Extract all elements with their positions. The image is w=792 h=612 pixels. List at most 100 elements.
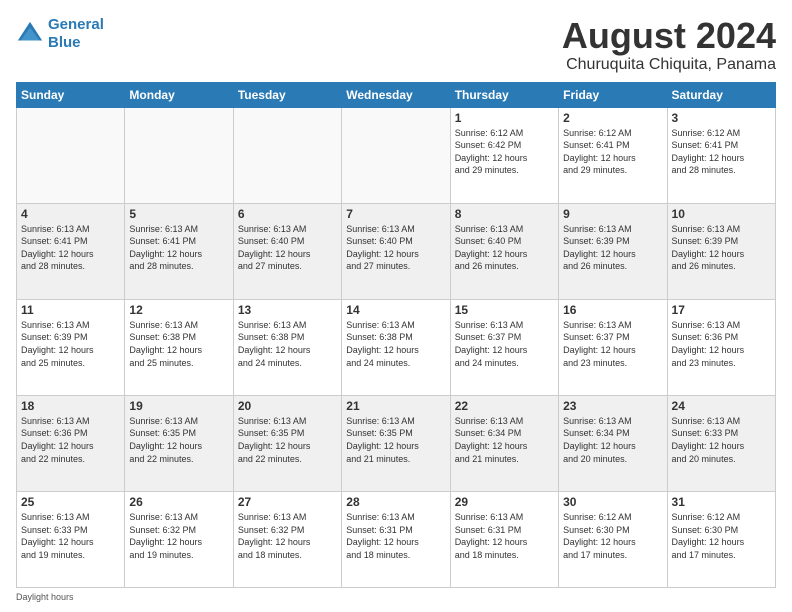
calendar-cell: 23 Sunrise: 6:13 AM Sunset: 6:34 PM Dayli… xyxy=(559,395,667,491)
calendar-cell: 12Sunrise: 6:13 AM Sunset: 6:38 PM Dayli… xyxy=(125,299,233,395)
calendar-cell: 29Sunrise: 6:13 AM Sunset: 6:31 PM Dayli… xyxy=(450,491,558,587)
day-number: 21 xyxy=(346,399,445,413)
day-info: Sunrise: 6:13 AM Sunset: 6:37 PM Dayligh… xyxy=(455,319,554,369)
day-info: Sunrise: 6:13 AM Sunset: 6:40 PM Dayligh… xyxy=(346,223,445,273)
calendar-cell xyxy=(233,107,341,203)
day-info: Sunrise: 6:13 AM Sunset: 6:35 PM Dayligh… xyxy=(238,415,337,465)
day-info: Sunrise: 6:13 AM Sunset: 6:31 PM Dayligh… xyxy=(455,511,554,561)
calendar-cell: 4 Sunrise: 6:13 AM Sunset: 6:41 PM Daylig… xyxy=(17,203,125,299)
day-number: 3 xyxy=(672,111,771,125)
day-info: Sunrise: 6:12 AM Sunset: 6:30 PM Dayligh… xyxy=(672,511,771,561)
calendar-week-2: 4 Sunrise: 6:13 AM Sunset: 6:41 PM Daylig… xyxy=(17,203,776,299)
calendar-cell: 15 Sunrise: 6:13 AM Sunset: 6:37 PM Dayli… xyxy=(450,299,558,395)
day-info: Sunrise: 6:13 AM Sunset: 6:41 PM Dayligh… xyxy=(21,223,120,273)
calendar-cell: 9 Sunrise: 6:13 AM Sunset: 6:39 PM Daylig… xyxy=(559,203,667,299)
day-number: 25 xyxy=(21,495,120,509)
day-info: Sunrise: 6:13 AM Sunset: 6:33 PM Dayligh… xyxy=(21,511,120,561)
day-number: 4 xyxy=(21,207,120,221)
day-info: Sunrise: 6:13 AM Sunset: 6:34 PM Dayligh… xyxy=(455,415,554,465)
col-friday: Friday xyxy=(559,82,667,107)
day-number: 15 xyxy=(455,303,554,317)
calendar-cell: 14Sunrise: 6:13 AM Sunset: 6:38 PM Dayli… xyxy=(342,299,450,395)
logo-text: General Blue xyxy=(48,16,104,52)
logo-line1: General xyxy=(48,16,104,33)
day-info: Sunrise: 6:13 AM Sunset: 6:35 PM Dayligh… xyxy=(346,415,445,465)
day-number: 28 xyxy=(346,495,445,509)
calendar-cell xyxy=(17,107,125,203)
day-number: 8 xyxy=(455,207,554,221)
page: General Blue August 2024 Churuquita Chiq… xyxy=(0,0,792,612)
calendar-cell: 17Sunrise: 6:13 AM Sunset: 6:36 PM Dayli… xyxy=(667,299,775,395)
calendar-cell: 13 Sunrise: 6:13 AM Sunset: 6:38 PM Dayli… xyxy=(233,299,341,395)
day-number: 26 xyxy=(129,495,228,509)
day-info: Sunrise: 6:13 AM Sunset: 6:35 PM Dayligh… xyxy=(129,415,228,465)
day-info: Sunrise: 6:13 AM Sunset: 6:40 PM Dayligh… xyxy=(238,223,337,273)
calendar-cell xyxy=(125,107,233,203)
calendar-cell: 20 Sunrise: 6:13 AM Sunset: 6:35 PM Dayli… xyxy=(233,395,341,491)
calendar-cell: 8Sunrise: 6:13 AM Sunset: 6:40 PM Daylig… xyxy=(450,203,558,299)
logo: General Blue xyxy=(16,16,104,52)
calendar-cell: 16 Sunrise: 6:13 AM Sunset: 6:37 PM Dayli… xyxy=(559,299,667,395)
calendar-week-3: 11Sunrise: 6:13 AM Sunset: 6:39 PM Dayli… xyxy=(17,299,776,395)
calendar-cell: 19 Sunrise: 6:13 AM Sunset: 6:35 PM Dayli… xyxy=(125,395,233,491)
day-info: Sunrise: 6:13 AM Sunset: 6:31 PM Dayligh… xyxy=(346,511,445,561)
subtitle: Churuquita Chiquita, Panama xyxy=(562,56,776,74)
day-number: 23 xyxy=(563,399,662,413)
calendar-cell: 31Sunrise: 6:12 AM Sunset: 6:30 PM Dayli… xyxy=(667,491,775,587)
col-monday: Monday xyxy=(125,82,233,107)
calendar-cell: 30 Sunrise: 6:12 AM Sunset: 6:30 PM Dayli… xyxy=(559,491,667,587)
day-number: 27 xyxy=(238,495,337,509)
day-info: Sunrise: 6:13 AM Sunset: 6:32 PM Dayligh… xyxy=(238,511,337,561)
day-number: 9 xyxy=(563,207,662,221)
day-number: 18 xyxy=(21,399,120,413)
calendar-cell: 6 Sunrise: 6:13 AM Sunset: 6:40 PM Daylig… xyxy=(233,203,341,299)
day-info: Sunrise: 6:13 AM Sunset: 6:41 PM Dayligh… xyxy=(129,223,228,273)
col-thursday: Thursday xyxy=(450,82,558,107)
calendar-cell: 7 Sunrise: 6:13 AM Sunset: 6:40 PM Daylig… xyxy=(342,203,450,299)
col-saturday: Saturday xyxy=(667,82,775,107)
calendar-cell: 28 Sunrise: 6:13 AM Sunset: 6:31 PM Dayli… xyxy=(342,491,450,587)
footer: Daylight hours xyxy=(16,592,776,602)
calendar-header-row: Sunday Monday Tuesday Wednesday Thursday… xyxy=(17,82,776,107)
calendar-week-4: 18Sunrise: 6:13 AM Sunset: 6:36 PM Dayli… xyxy=(17,395,776,491)
day-number: 11 xyxy=(21,303,120,317)
day-number: 22 xyxy=(455,399,554,413)
calendar-cell xyxy=(342,107,450,203)
day-info: Sunrise: 6:13 AM Sunset: 6:39 PM Dayligh… xyxy=(563,223,662,273)
logo-line2: Blue xyxy=(48,34,81,51)
calendar-cell: 22 Sunrise: 6:13 AM Sunset: 6:34 PM Dayli… xyxy=(450,395,558,491)
day-number: 24 xyxy=(672,399,771,413)
day-info: Sunrise: 6:13 AM Sunset: 6:38 PM Dayligh… xyxy=(238,319,337,369)
day-number: 14 xyxy=(346,303,445,317)
day-number: 13 xyxy=(238,303,337,317)
calendar-cell: 21 Sunrise: 6:13 AM Sunset: 6:35 PM Dayli… xyxy=(342,395,450,491)
calendar-cell: 2Sunrise: 6:12 AM Sunset: 6:41 PM Daylig… xyxy=(559,107,667,203)
day-info: Sunrise: 6:12 AM Sunset: 6:41 PM Dayligh… xyxy=(672,127,771,177)
calendar-cell: 25 Sunrise: 6:13 AM Sunset: 6:33 PM Dayli… xyxy=(17,491,125,587)
day-info: Sunrise: 6:12 AM Sunset: 6:30 PM Dayligh… xyxy=(563,511,662,561)
day-info: Sunrise: 6:13 AM Sunset: 6:32 PM Dayligh… xyxy=(129,511,228,561)
calendar-cell: 26 Sunrise: 6:13 AM Sunset: 6:32 PM Dayli… xyxy=(125,491,233,587)
day-number: 2 xyxy=(563,111,662,125)
calendar-cell: 1 Sunrise: 6:12 AM Sunset: 6:42 PM Daylig… xyxy=(450,107,558,203)
col-wednesday: Wednesday xyxy=(342,82,450,107)
day-number: 20 xyxy=(238,399,337,413)
logo-icon xyxy=(16,20,44,48)
day-info: Sunrise: 6:12 AM Sunset: 6:42 PM Dayligh… xyxy=(455,127,554,177)
day-number: 30 xyxy=(563,495,662,509)
day-number: 1 xyxy=(455,111,554,125)
calendar-cell: 27 Sunrise: 6:13 AM Sunset: 6:32 PM Dayli… xyxy=(233,491,341,587)
day-number: 19 xyxy=(129,399,228,413)
calendar-cell: 10Sunrise: 6:13 AM Sunset: 6:39 PM Dayli… xyxy=(667,203,775,299)
col-tuesday: Tuesday xyxy=(233,82,341,107)
title-block: August 2024 Churuquita Chiquita, Panama xyxy=(562,16,776,74)
day-number: 16 xyxy=(563,303,662,317)
day-number: 6 xyxy=(238,207,337,221)
day-number: 10 xyxy=(672,207,771,221)
calendar-cell: 3 Sunrise: 6:12 AM Sunset: 6:41 PM Daylig… xyxy=(667,107,775,203)
day-number: 12 xyxy=(129,303,228,317)
day-info: Sunrise: 6:13 AM Sunset: 6:37 PM Dayligh… xyxy=(563,319,662,369)
day-number: 7 xyxy=(346,207,445,221)
month-title: August 2024 xyxy=(562,16,776,56)
day-info: Sunrise: 6:13 AM Sunset: 6:34 PM Dayligh… xyxy=(563,415,662,465)
